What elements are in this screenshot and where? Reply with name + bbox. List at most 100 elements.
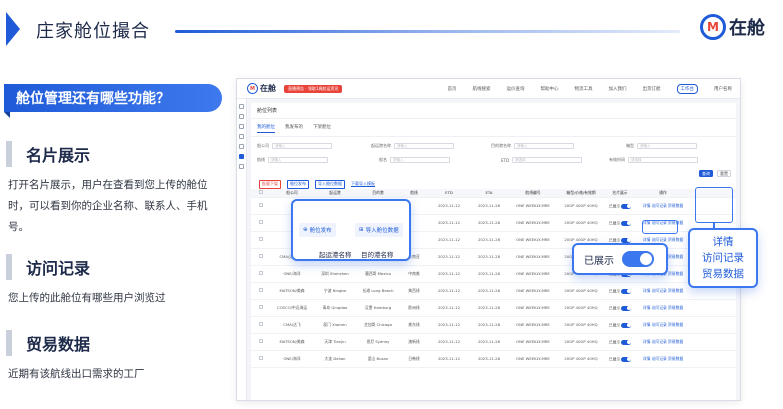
eta-cell: 2023-11-28 bbox=[477, 202, 501, 208]
filter-container: 箱型 请输入 bbox=[626, 143, 697, 149]
display-toggle[interactable] bbox=[621, 288, 632, 294]
question-banner: 舱位管理还有哪些功能？ bbox=[4, 84, 222, 118]
pod-input[interactable]: 请输入 bbox=[514, 143, 574, 149]
pod-cell: 长滩 Long Beach bbox=[362, 287, 394, 293]
display-toggle[interactable] bbox=[621, 339, 632, 345]
search-button[interactable]: 查询 bbox=[699, 170, 713, 177]
brand-mark-icon: M bbox=[700, 14, 726, 40]
shown-label: 已展示 bbox=[584, 255, 614, 267]
row-checkbox[interactable] bbox=[259, 220, 263, 225]
sidebar-doc-icon[interactable] bbox=[239, 124, 244, 129]
row-checkbox bbox=[251, 220, 271, 226]
display-cell: 已展示 bbox=[605, 288, 635, 294]
reset-button[interactable]: 重置 bbox=[717, 170, 731, 177]
table-row: MATSON/美森 宁波 Ningbo 长滩 Long Beach 美西线 2023-1… bbox=[251, 283, 736, 300]
etd-cell: 2023-11-12 bbox=[437, 321, 461, 327]
ops-cell[interactable]: 详情 访问记录 贸易数据 bbox=[635, 339, 691, 345]
carrier-cell: MATSON/美森 bbox=[279, 338, 305, 344]
app-logo[interactable]: M 在舱 bbox=[247, 83, 276, 94]
display-toggle[interactable] bbox=[621, 220, 632, 226]
sidebar-chart-icon[interactable] bbox=[239, 134, 244, 139]
feature-title: 贸易数据 bbox=[26, 335, 91, 354]
route-cell: 中南美 bbox=[408, 270, 420, 276]
user-menu[interactable]: 用户名称 bbox=[714, 86, 732, 92]
visit-log-link[interactable]: 访问记录 bbox=[702, 251, 744, 265]
sidebar-star-icon[interactable] bbox=[239, 144, 244, 149]
route-input[interactable]: 请输入 bbox=[268, 157, 328, 163]
row-checkbox[interactable] bbox=[259, 271, 263, 276]
tab-offline[interactable]: 下架舱位 bbox=[313, 124, 331, 133]
app-topbar: M 在舱 直播预告 · 领取1周航运资讯 首页 航线搜索 运价查询 帮助中心 物… bbox=[237, 79, 740, 99]
ops-cell[interactable]: 详情 访问记录 贸易数据 bbox=[635, 356, 691, 362]
display-toggle[interactable] bbox=[621, 322, 632, 328]
nav-home[interactable]: 首页 bbox=[448, 86, 457, 92]
sidebar-cabin-icon[interactable] bbox=[239, 154, 244, 159]
price-cell: 20GP 40GP 40HQ bbox=[564, 355, 598, 361]
eta-cell: 2023-11-28 bbox=[477, 253, 501, 259]
nav-booking[interactable]: 出货订舱 bbox=[643, 86, 661, 92]
trade-data-link[interactable]: 贸易数据 bbox=[702, 267, 744, 281]
row-checkbox[interactable] bbox=[259, 203, 263, 208]
code-cell: ONE WEEKLY-MRE bbox=[516, 236, 550, 242]
row-checkbox[interactable] bbox=[259, 339, 263, 344]
pol-input[interactable]: 请输入 bbox=[394, 143, 454, 149]
card-display-toggle[interactable] bbox=[622, 251, 654, 267]
publish-cabin-button[interactable]: 舱位发布 bbox=[287, 179, 309, 189]
download-template-link[interactable]: 下载导入模板 bbox=[351, 181, 375, 187]
batch-offline-button[interactable]: 批量下架 bbox=[259, 179, 281, 189]
promo-badge[interactable]: 直播预告 · 领取1周航运资讯 bbox=[284, 84, 343, 93]
price-cell: 20GP 40GP 40HQ bbox=[564, 287, 598, 293]
select-all-checkbox[interactable] bbox=[259, 190, 263, 195]
ops-cell[interactable]: 详情 访问记录 贸易数据 bbox=[635, 237, 691, 243]
detail-link[interactable]: 详情 bbox=[713, 235, 734, 249]
filter-vessel: 船名 请输入 bbox=[379, 157, 450, 163]
row-checkbox[interactable] bbox=[259, 305, 263, 310]
etd-picker[interactable]: 请选择 bbox=[512, 157, 583, 163]
etd-cell: 2023-11-12 bbox=[437, 355, 461, 361]
tab-mine[interactable]: 我的舱位 bbox=[257, 124, 275, 133]
slide-title: 庄家舱位撮合 bbox=[36, 21, 150, 42]
display-toggle[interactable] bbox=[621, 356, 632, 362]
nav-route-search[interactable]: 航线搜索 bbox=[473, 86, 491, 92]
nav-tools[interactable]: 物流工具 bbox=[575, 86, 593, 92]
display-toggle[interactable] bbox=[621, 237, 632, 243]
row-checkbox[interactable] bbox=[259, 237, 263, 242]
row-checkbox bbox=[251, 356, 271, 362]
row-checkbox[interactable] bbox=[259, 322, 263, 327]
display-cell: 已展示 bbox=[605, 322, 635, 328]
carrier-cell: CMA/达飞 bbox=[283, 321, 301, 327]
display-toggle[interactable] bbox=[621, 305, 632, 311]
row-checkbox[interactable] bbox=[259, 254, 263, 259]
callout-import-button[interactable]: ⊞ 导入舱位数据 bbox=[355, 223, 403, 237]
eta-cell: 2023-11-28 bbox=[477, 304, 501, 310]
vessel-input[interactable]: 请输入 bbox=[390, 157, 450, 163]
display-label: 已展示 bbox=[608, 203, 621, 208]
import-cabin-button[interactable]: 导入舱位数据 bbox=[315, 179, 345, 189]
row-checkbox[interactable] bbox=[259, 288, 263, 293]
nav-workspace[interactable]: 工作台 bbox=[676, 83, 698, 94]
valid-picker[interactable]: 请选择 bbox=[628, 157, 698, 163]
sidebar-settings-icon[interactable] bbox=[239, 164, 244, 169]
table-row: ONE/海洋 大连 Dalian 釜山 Busan 日韩线 2023-11-12 2023… bbox=[251, 351, 736, 368]
nav-join[interactable]: 加入我们 bbox=[609, 86, 627, 92]
sidebar-home-icon[interactable] bbox=[239, 104, 244, 109]
column-header: ETD bbox=[445, 189, 453, 195]
ops-cell[interactable]: 详情 访问记录 贸易数据 bbox=[635, 305, 691, 311]
tab-published[interactable]: 我发布的 bbox=[285, 124, 303, 133]
import-callout: ⊕ 舱位发布 ⊞ 导入舱位数据 起运港名称 目的港名称 bbox=[291, 199, 411, 261]
ops-cell[interactable]: 详情 访问记录 贸易数据 bbox=[635, 322, 691, 328]
display-label: 已展示 bbox=[608, 288, 621, 293]
nav-help[interactable]: 帮助中心 bbox=[541, 86, 559, 92]
ops-cell[interactable]: 详情 访问记录 贸易数据 bbox=[635, 288, 691, 294]
app-sidebar bbox=[237, 99, 247, 400]
display-cell: 已展示 bbox=[605, 237, 635, 243]
callout-publish-button[interactable]: ⊕ 舱位发布 bbox=[299, 223, 336, 237]
carrier-input[interactable]: 请输入 bbox=[272, 143, 332, 149]
sidebar-list-icon[interactable] bbox=[239, 114, 244, 119]
ops-cell[interactable]: 详情 访问记录 贸易数据 bbox=[635, 203, 691, 209]
pol-cell: 深圳 Shenzhen bbox=[321, 270, 349, 276]
nav-rates[interactable]: 运价查询 bbox=[507, 86, 525, 92]
display-toggle[interactable] bbox=[621, 203, 632, 209]
container-input[interactable]: 请输入 bbox=[637, 143, 697, 149]
row-checkbox[interactable] bbox=[259, 356, 263, 361]
